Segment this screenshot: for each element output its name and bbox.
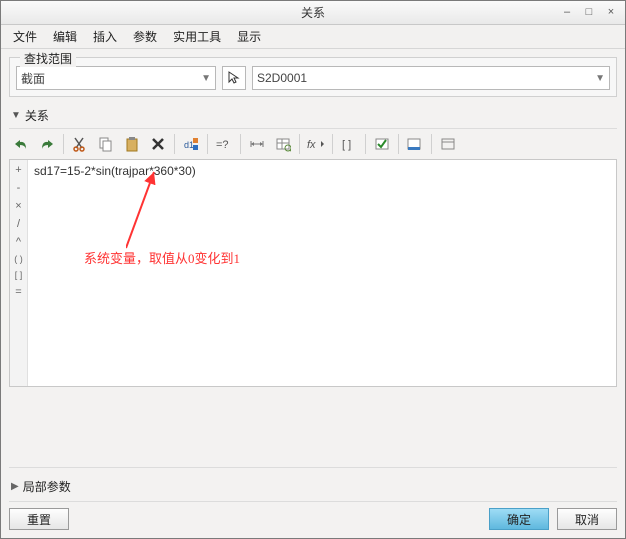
window-button[interactable] bbox=[436, 133, 460, 155]
svg-text:=?: =? bbox=[216, 139, 229, 151]
pick-cursor-button[interactable] bbox=[222, 66, 246, 90]
toolbar-separator bbox=[63, 134, 64, 154]
toolbar-separator bbox=[174, 134, 175, 154]
toolbar-separator bbox=[332, 134, 333, 154]
highlight-button[interactable] bbox=[403, 133, 427, 155]
menu-utility[interactable]: 实用工具 bbox=[167, 26, 227, 47]
redo-button[interactable] bbox=[35, 133, 59, 155]
toolbar-separator bbox=[398, 134, 399, 154]
check-button[interactable] bbox=[370, 133, 394, 155]
op-plus[interactable]: + bbox=[15, 164, 21, 176]
paste-button[interactable] bbox=[120, 133, 144, 155]
parameters-button[interactable] bbox=[271, 133, 295, 155]
op-equal[interactable]: = bbox=[15, 286, 21, 298]
toolbar-separator bbox=[431, 134, 432, 154]
brackets-button[interactable]: [ ] bbox=[337, 133, 361, 155]
relations-section-header[interactable]: ▼ 关系 bbox=[1, 101, 625, 128]
chevron-down-icon: ▼ bbox=[595, 73, 605, 84]
relations-section-title: 关系 bbox=[25, 107, 49, 124]
copy-button[interactable] bbox=[94, 133, 118, 155]
cursor-icon bbox=[228, 71, 240, 85]
cancel-button[interactable]: 取消 bbox=[557, 508, 617, 530]
op-minus[interactable]: - bbox=[17, 182, 21, 194]
op-power[interactable]: ^ bbox=[16, 236, 21, 248]
cut-button[interactable] bbox=[68, 133, 92, 155]
search-scope-panel: 查找范围 截面 ▼ S2D0001 ▼ bbox=[9, 57, 617, 97]
menu-parameter[interactable]: 参数 bbox=[127, 26, 163, 47]
menu-edit[interactable]: 编辑 bbox=[47, 26, 83, 47]
relations-text-editor[interactable]: sd17=15-2*sin(trajpar*360*30) 系统变量，取值从0变… bbox=[28, 160, 616, 386]
undo-button[interactable] bbox=[9, 133, 33, 155]
close-button[interactable]: × bbox=[603, 6, 619, 20]
annotation-text: 系统变量，取值从0变化到1 bbox=[84, 248, 240, 267]
menu-file[interactable]: 文件 bbox=[7, 26, 43, 47]
dialog-button-bar: 重置 确定 取消 bbox=[1, 502, 625, 538]
editor-line-1: sd17=15-2*sin(trajpar*360*30) bbox=[34, 164, 610, 178]
window-controls: – □ × bbox=[559, 6, 619, 20]
maximize-button[interactable]: □ bbox=[581, 6, 597, 20]
operator-gutter: + - × / ^ ( ) [ ] = bbox=[10, 160, 28, 386]
menu-display[interactable]: 显示 bbox=[231, 26, 267, 47]
minimize-button[interactable]: – bbox=[559, 6, 575, 20]
chevron-down-icon: ▼ bbox=[201, 73, 211, 84]
search-scope-legend: 查找范围 bbox=[20, 50, 76, 67]
annotation-arrow bbox=[126, 170, 176, 250]
delete-button[interactable] bbox=[146, 133, 170, 155]
svg-text:d1: d1 bbox=[184, 140, 194, 150]
toolbar-separator bbox=[240, 134, 241, 154]
op-divide[interactable]: / bbox=[17, 218, 20, 230]
op-bracket[interactable]: [ ] bbox=[15, 270, 23, 280]
relations-toolbar: d1 =? fx [ ] bbox=[1, 129, 625, 159]
local-params-section-header[interactable]: ▶ 局部参数 bbox=[1, 468, 625, 501]
title-bar: 关系 – □ × bbox=[1, 1, 625, 25]
relations-editor-wrap: + - × / ^ ( ) [ ] = sd17=15-2*sin(trajpa… bbox=[9, 159, 617, 387]
local-params-title: 局部参数 bbox=[23, 478, 71, 495]
toolbar-separator bbox=[365, 134, 366, 154]
toolbar-separator bbox=[207, 134, 208, 154]
target-combo-value: S2D0001 bbox=[257, 71, 307, 85]
op-paren[interactable]: ( ) bbox=[14, 254, 23, 264]
scope-combo[interactable]: 截面 ▼ bbox=[16, 66, 216, 90]
function-button[interactable]: fx bbox=[304, 133, 328, 155]
scope-combo-value: 截面 bbox=[21, 70, 45, 87]
units-button[interactable]: d1 bbox=[179, 133, 203, 155]
toolbar-separator bbox=[299, 134, 300, 154]
ok-button[interactable]: 确定 bbox=[489, 508, 549, 530]
target-combo[interactable]: S2D0001 ▼ bbox=[252, 66, 610, 90]
svg-text:fx: fx bbox=[307, 139, 316, 151]
expand-icon: ▶ bbox=[11, 481, 19, 492]
collapse-icon: ▼ bbox=[11, 110, 21, 121]
menu-bar: 文件 编辑 插入 参数 实用工具 显示 bbox=[1, 25, 625, 49]
op-times[interactable]: × bbox=[15, 200, 21, 212]
reset-button[interactable]: 重置 bbox=[9, 508, 69, 530]
dimension-button[interactable] bbox=[245, 133, 269, 155]
menu-insert[interactable]: 插入 bbox=[87, 26, 123, 47]
evaluate-button[interactable]: =? bbox=[212, 133, 236, 155]
window-title: 关系 bbox=[301, 4, 325, 21]
svg-text:[ ]: [ ] bbox=[342, 139, 351, 151]
